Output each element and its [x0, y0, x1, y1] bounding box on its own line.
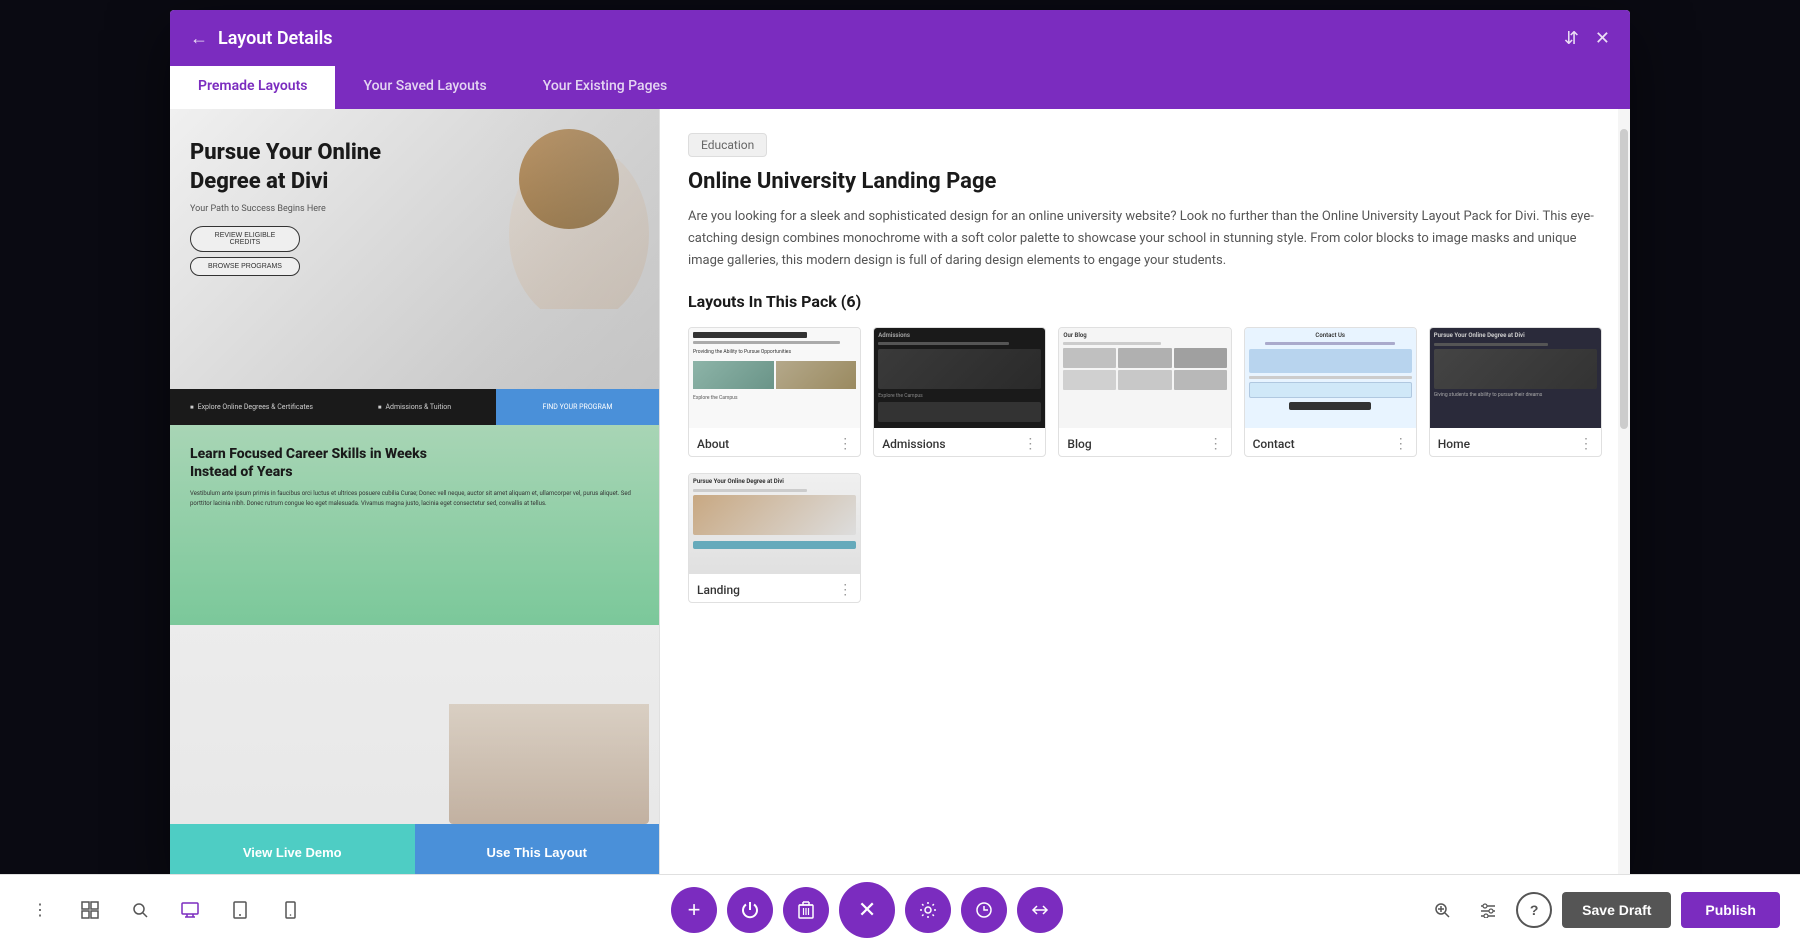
pack-title: Layouts In This Pack (6): [688, 292, 1602, 311]
preview-cta-2[interactable]: BROWSE PROGRAMS: [190, 257, 300, 276]
modal-body: Pursue Your Online Degree at Divi Your P…: [170, 109, 1630, 880]
layout-thumb-landing-label: Landing ⋮: [689, 574, 860, 602]
toolbar-help-button[interactable]: ?: [1516, 892, 1552, 928]
modal-overlay: ← Layout Details ⇵ ✕ Premade Layouts You…: [0, 0, 1800, 944]
layout-thumb-blog-menu[interactable]: ⋮: [1209, 436, 1223, 452]
toolbar-settings-button[interactable]: [905, 887, 951, 933]
scroll-thumb[interactable]: [1620, 129, 1628, 429]
preview-hero-title: Pursue Your Online Degree at Divi: [190, 139, 437, 196]
preview-section2-body: Vestibulum ante ipsum primis in faucibus…: [190, 489, 639, 508]
preview-nav-item-3: FIND YOUR PROGRAM: [496, 389, 659, 425]
modal-header-right: ⇵ ✕: [1564, 28, 1610, 49]
layout-thumb-blog-image: Our Blog: [1059, 328, 1230, 428]
layouts-grid: Providing the Ability to Pursue Opportun…: [688, 327, 1602, 457]
preview-cta-1[interactable]: REVIEW ELIGIBLE CREDITS: [190, 226, 300, 252]
tabs-bar: Premade Layouts Your Saved Layouts Your …: [170, 66, 1630, 109]
toolbar-mobile-button[interactable]: [270, 890, 310, 930]
preview-bg-decoration: [479, 109, 659, 389]
toolbar-close-button[interactable]: ✕: [839, 882, 895, 938]
category-tag: Education: [688, 133, 767, 157]
toolbar-center: + ✕: [671, 882, 1063, 938]
layout-thumb-landing-image: Pursue Your Online Degree at Divi: [689, 474, 860, 574]
layout-thumb-admissions[interactable]: Admissions Explore the Campus Admissions: [873, 327, 1046, 457]
preview-image: Pursue Your Online Degree at Divi Your P…: [170, 109, 659, 824]
modal-header-left: ← Layout Details: [190, 28, 333, 49]
preview-actions: View Live Demo Use This Layout: [170, 824, 659, 880]
modal-header: ← Layout Details ⇵ ✕: [170, 10, 1630, 66]
layout-thumb-blog-name: Blog: [1067, 437, 1091, 451]
layout-thumb-contact-menu[interactable]: ⋮: [1394, 436, 1408, 452]
layout-thumb-contact-label: Contact ⋮: [1245, 428, 1416, 456]
preview-book-image: [449, 704, 649, 824]
layout-thumb-about[interactable]: Providing the Ability to Pursue Opportun…: [688, 327, 861, 457]
layout-thumb-landing-menu[interactable]: ⋮: [838, 582, 852, 598]
toolbar-desktop-button[interactable]: [170, 890, 210, 930]
bottom-toolbar: ⋮: [0, 874, 1800, 944]
layout-thumb-landing[interactable]: Pursue Your Online Degree at Divi Landin…: [688, 473, 861, 603]
layout-thumb-admissions-image: Admissions Explore the Campus: [874, 328, 1045, 428]
layout-thumb-about-label: About ⋮: [689, 428, 860, 456]
layout-thumb-about-name: About: [697, 437, 729, 451]
toolbar-left: ⋮: [20, 890, 310, 930]
toolbar-dots-button[interactable]: ⋮: [20, 890, 60, 930]
preview-nav: ■ Explore Online Degrees & Certificates …: [170, 389, 659, 425]
preview-section2: Learn Focused Career Skills in Weeks Ins…: [170, 425, 659, 625]
layout-thumb-contact-image: Contact Us: [1245, 328, 1416, 428]
preview-panel: Pursue Your Online Degree at Divi Your P…: [170, 109, 660, 880]
toolbar-zoom-button[interactable]: [1424, 892, 1460, 928]
toolbar-arrows-button[interactable]: [1017, 887, 1063, 933]
publish-button[interactable]: Publish: [1681, 892, 1780, 928]
scroll-indicator: [1618, 109, 1630, 880]
layout-thumb-admissions-name: Admissions: [882, 437, 945, 451]
layout-thumb-contact[interactable]: Contact Us Contact: [1244, 327, 1417, 457]
toolbar-power-button[interactable]: [727, 887, 773, 933]
toolbar-right: ? Save Draft Publish: [1424, 892, 1780, 928]
preview-nav-item-2: ■ Admissions & Tuition: [333, 389, 496, 425]
layout-details-modal: ← Layout Details ⇵ ✕ Premade Layouts You…: [170, 10, 1630, 880]
save-draft-button[interactable]: Save Draft: [1562, 892, 1671, 928]
toolbar-search-button[interactable]: [120, 890, 160, 930]
toolbar-sliders-button[interactable]: [1470, 892, 1506, 928]
layouts-grid-row2: Pursue Your Online Degree at Divi Landin…: [688, 473, 1602, 603]
modal-title: Layout Details: [218, 28, 333, 49]
view-live-demo-button[interactable]: View Live Demo: [170, 824, 415, 880]
preview-section2-title: Learn Focused Career Skills in Weeks Ins…: [190, 445, 459, 481]
layout-thumb-admissions-menu[interactable]: ⋮: [1023, 436, 1037, 452]
tab-existing[interactable]: Your Existing Pages: [515, 66, 695, 109]
layout-thumb-blog[interactable]: Our Blog: [1058, 327, 1231, 457]
preview-hero: Pursue Your Online Degree at Divi Your P…: [170, 109, 659, 389]
layout-thumb-admissions-label: Admissions ⋮: [874, 428, 1045, 456]
layout-thumb-about-menu[interactable]: ⋮: [838, 436, 852, 452]
layout-thumb-home[interactable]: Pursue Your Online Degree at Divi Giving…: [1429, 327, 1602, 457]
layout-thumb-home-menu[interactable]: ⋮: [1579, 436, 1593, 452]
layout-thumb-contact-name: Contact: [1253, 437, 1295, 451]
layout-thumb-home-name: Home: [1438, 437, 1470, 451]
layout-description: Are you looking for a sleek and sophisti…: [688, 206, 1602, 272]
layout-title: Online University Landing Page: [688, 169, 1602, 194]
toolbar-trash-button[interactable]: [783, 887, 829, 933]
toolbar-grid-button[interactable]: [70, 890, 110, 930]
use-this-layout-button[interactable]: Use This Layout: [415, 824, 660, 880]
layout-thumb-about-image: Providing the Ability to Pursue Opportun…: [689, 328, 860, 428]
layout-thumb-home-image: Pursue Your Online Degree at Divi Giving…: [1430, 328, 1601, 428]
back-button[interactable]: ←: [190, 28, 208, 49]
tab-saved[interactable]: Your Saved Layouts: [335, 66, 514, 109]
transfer-icon[interactable]: ⇵: [1564, 28, 1579, 49]
toolbar-history-button[interactable]: [961, 887, 1007, 933]
layout-thumb-home-label: Home ⋮: [1430, 428, 1601, 456]
close-button[interactable]: ✕: [1595, 28, 1610, 49]
tab-premade[interactable]: Premade Layouts: [170, 66, 335, 109]
toolbar-tablet-button[interactable]: [220, 890, 260, 930]
toolbar-add-button[interactable]: +: [671, 887, 717, 933]
preview-nav-item-1: ■ Explore Online Degrees & Certificates: [170, 389, 333, 425]
layout-thumb-blog-label: Blog ⋮: [1059, 428, 1230, 456]
layout-thumb-landing-name: Landing: [697, 583, 740, 597]
details-panel: Education Online University Landing Page…: [660, 109, 1630, 880]
